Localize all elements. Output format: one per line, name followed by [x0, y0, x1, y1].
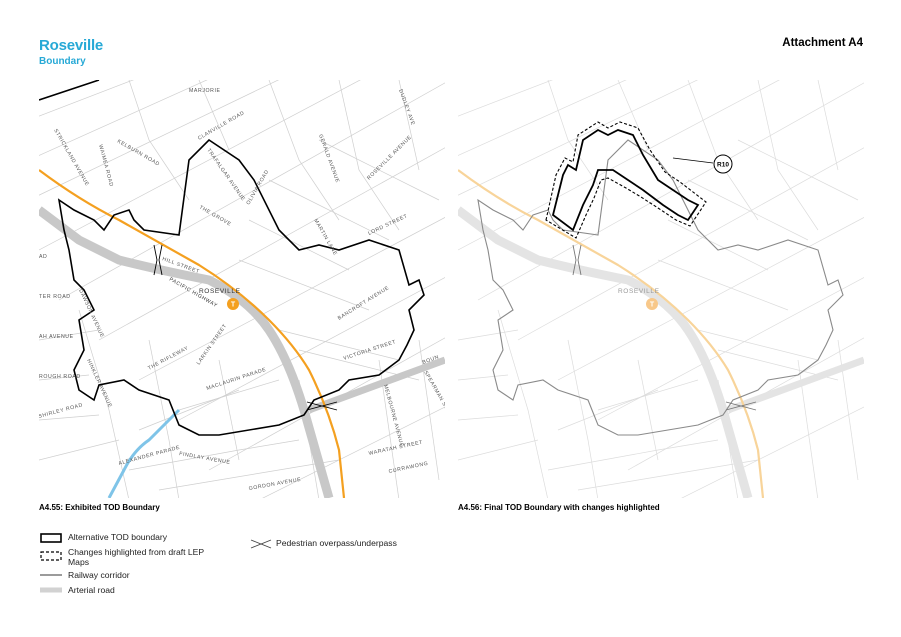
station-icon: T: [646, 298, 658, 310]
street-label: SHIRLEY ROAD: [39, 402, 84, 420]
street-label: MARJORIE: [189, 88, 221, 94]
street-label: ROUGH ROAD: [39, 374, 81, 380]
street-label: BANCROFT AVENUE: [337, 285, 391, 322]
street-label: AH AVENUE: [39, 334, 74, 340]
arterial-road-east: [726, 356, 864, 414]
street-label: STRICKLAND AVENUE: [52, 128, 90, 187]
final-tod-map[interactable]: R10 T ROSEVILLE: [458, 80, 864, 498]
svg-text:T: T: [650, 302, 655, 309]
final-tod-map-svg: R10 T ROSEVILLE: [458, 80, 864, 498]
arterial-swatch: [40, 587, 62, 593]
legend-changes-line2: Maps: [68, 557, 90, 567]
railway-swatch: [40, 574, 62, 576]
page-subtitle: Boundary: [39, 56, 86, 67]
street-label: MELBOURNE AVENUE: [382, 384, 405, 448]
callout-leader: [672, 157, 714, 164]
alternative-boundary-swatch: [40, 533, 62, 543]
street-label: THE RIFLEWAY: [147, 345, 190, 371]
exhibited-tod-map-svg: T ROSEVILLE MARJORIE CLANVILLE ROAD KELB…: [39, 80, 445, 498]
legend-alternative-boundary: Alternative TOD boundary: [68, 532, 168, 542]
station-label: ROSEVILLE: [199, 288, 241, 295]
street-label: DUDLEY AVE: [397, 89, 416, 127]
street-label: CLANVILLE ROAD: [197, 110, 246, 142]
street-label: ROSEVILLE AVENUE: [366, 134, 413, 181]
legend-railway: Railway corridor: [68, 570, 130, 580]
left-map-caption: A4.55: Exhibited TOD Boundary: [39, 503, 160, 512]
page-title: Roseville: [39, 37, 104, 54]
street-label: THE GROVE: [198, 205, 232, 228]
street-label: TRAFALGAR AVENUE: [205, 148, 246, 203]
legend-changes-line1: Changes highlighted from draft LEP: [68, 547, 205, 557]
attachment-label: Attachment A4: [782, 37, 863, 49]
street-label: GERALD AVENUE: [317, 134, 340, 184]
r10-callout[interactable]: R10: [713, 154, 733, 174]
changes-highlighted-dashed-boundary: [545, 121, 707, 239]
r10-callout-label: R10: [717, 162, 729, 169]
legend-arterial: Arterial road: [68, 585, 115, 595]
changes-dashed-swatch: [40, 551, 62, 561]
station-label: ROSEVILLE: [618, 288, 660, 295]
legend-pedestrian: Pedestrian overpass/underpass: [276, 538, 397, 548]
right-map-caption: A4.56: Final TOD Boundary with changes h…: [458, 503, 660, 512]
svg-text:T: T: [231, 302, 236, 309]
street-label: TER ROAD: [39, 294, 71, 300]
street-label: MACLAURIN PARADE: [206, 367, 267, 392]
street-label: LARKIN STREET: [196, 323, 229, 366]
arterial-road-east: [307, 356, 445, 414]
street-label: KELBURN ROAD: [116, 139, 161, 168]
street-label: WARATAH STREET: [368, 440, 424, 457]
street-label: AD: [39, 254, 47, 260]
station-icon: T: [227, 298, 239, 310]
street-label: FINDLAY AVENUE: [179, 451, 231, 466]
street-label: GORDON AVENUE: [248, 477, 301, 492]
street-label: MARTIN LANE: [312, 218, 338, 257]
street-grid: [458, 80, 864, 498]
pedestrian-overpass-icon: [250, 539, 272, 549]
street-label: LORD STREET: [367, 213, 409, 237]
street-label: VICTORIA STREET: [343, 339, 397, 362]
street-label: CURRAWONG: [388, 461, 429, 475]
exhibited-tod-map[interactable]: T ROSEVILLE MARJORIE CLANVILLE ROAD KELB…: [39, 80, 445, 498]
boundary-north-fragment: [39, 80, 100, 101]
